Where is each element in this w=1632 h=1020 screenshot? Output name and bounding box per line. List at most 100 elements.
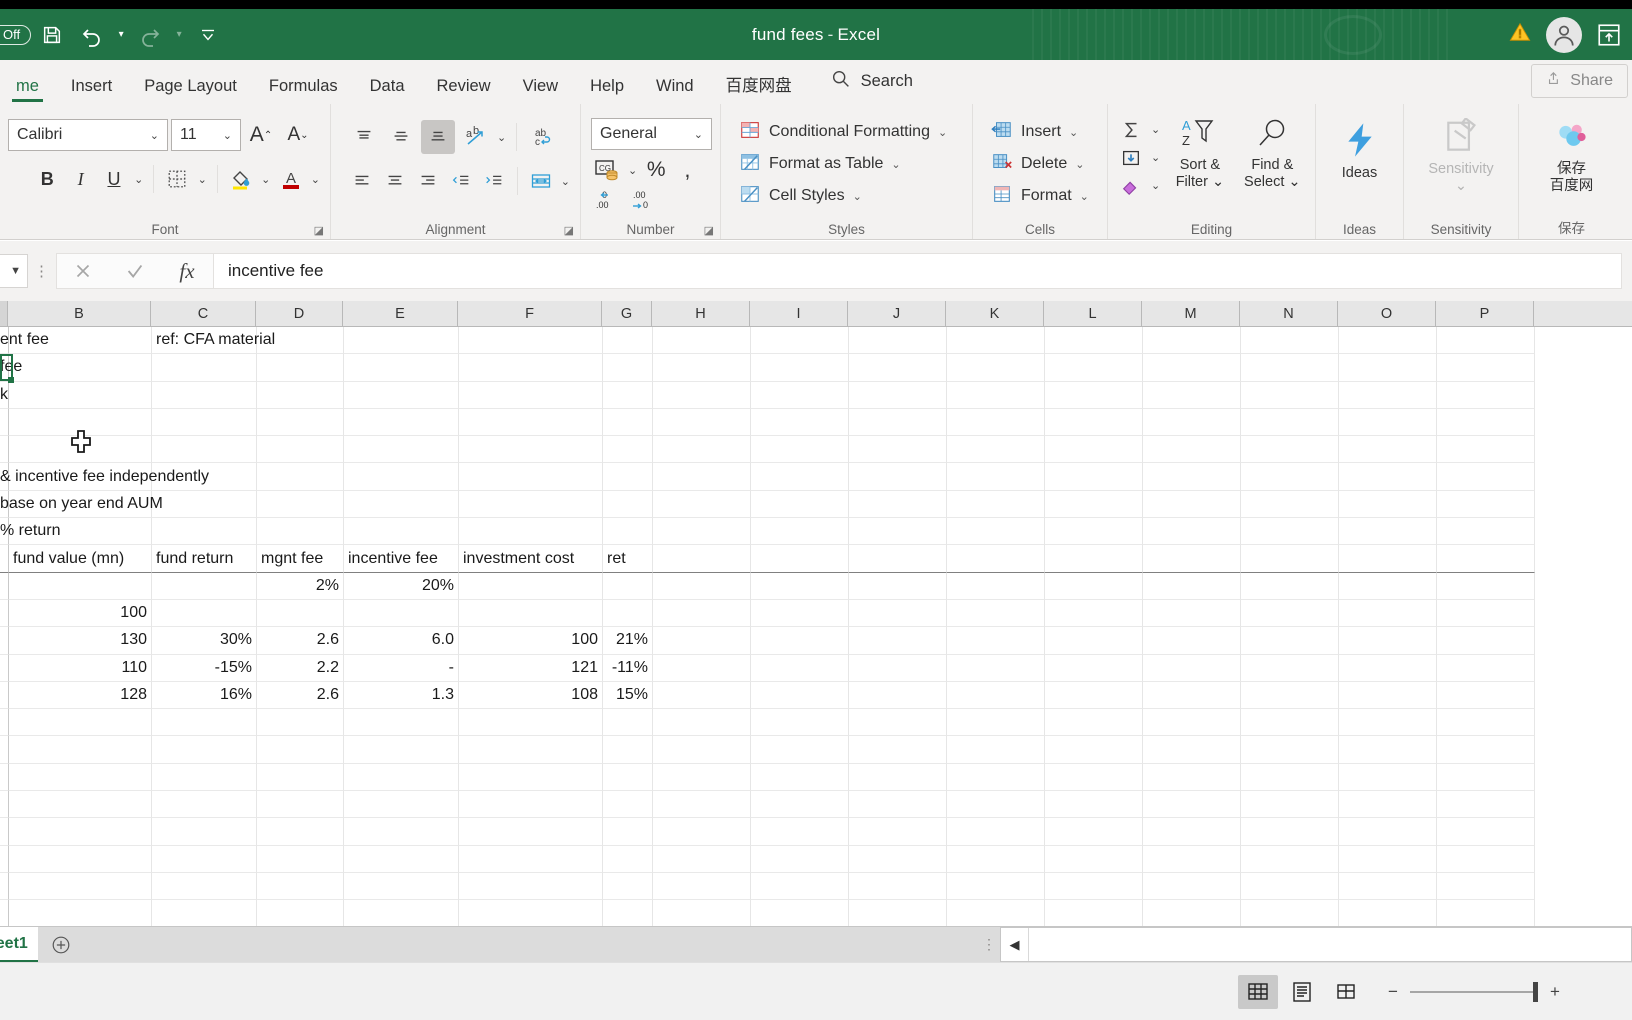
cell-N20[interactable] — [1241, 845, 1339, 873]
cell-M9[interactable] — [1143, 545, 1241, 573]
cell-N3[interactable] — [1241, 381, 1339, 409]
cell-O17[interactable] — [1339, 763, 1437, 792]
cell-C1[interactable]: ref: CFA material — [152, 327, 275, 355]
percent-style-button[interactable]: % — [642, 156, 670, 184]
cell-A6[interactable]: & incentive fee independently — [0, 468, 209, 486]
cell-E12[interactable]: 6.0 — [344, 627, 459, 655]
cell-O12[interactable] — [1339, 627, 1437, 655]
cell-B9[interactable]: fund value (mn) — [9, 545, 152, 573]
cell-D3[interactable] — [257, 381, 344, 409]
cell-G12[interactable]: 21% — [603, 627, 653, 655]
cell-K4[interactable] — [947, 408, 1045, 437]
cell-K19[interactable] — [947, 818, 1045, 846]
cell-I19[interactable] — [751, 818, 849, 846]
cell-P12[interactable] — [1437, 627, 1535, 655]
fill-chevron-down-icon[interactable]: ⌄ — [1149, 151, 1162, 164]
cell-K10[interactable] — [947, 572, 1045, 600]
cell-D11[interactable] — [257, 599, 344, 628]
cell-H8[interactable] — [653, 518, 751, 546]
sheet-bar-splitter-icon[interactable]: ⋮ — [978, 927, 1000, 962]
autosum-icon[interactable] — [1116, 116, 1146, 143]
cell-K13[interactable] — [947, 654, 1045, 682]
column-header-H[interactable]: H — [652, 301, 750, 326]
cell-H15[interactable] — [653, 709, 751, 737]
select-all-corner[interactable] — [0, 301, 8, 326]
cell-E13[interactable]: - — [344, 654, 459, 682]
cell-E22[interactable] — [344, 900, 459, 928]
cell-J19[interactable] — [849, 818, 947, 846]
cell-E7[interactable] — [344, 490, 459, 519]
cell-F4[interactable] — [459, 408, 603, 437]
cell-B3[interactable] — [9, 381, 152, 409]
cell-O3[interactable] — [1339, 381, 1437, 409]
cell-C3[interactable] — [152, 381, 257, 409]
cell-P15[interactable] — [1437, 709, 1535, 737]
underline-chevron-down-icon[interactable]: ⌄ — [132, 173, 145, 186]
cell-O22[interactable] — [1339, 900, 1437, 928]
cell-E14[interactable]: 1.3 — [344, 681, 459, 710]
accounting-chevron-down-icon[interactable]: ⌄ — [626, 164, 639, 177]
cell-C2[interactable] — [152, 354, 257, 382]
cell-P9[interactable] — [1437, 545, 1535, 573]
cell-E15[interactable] — [344, 709, 459, 737]
cell-K2[interactable] — [947, 354, 1045, 382]
cell-I4[interactable] — [751, 408, 849, 437]
cell-I22[interactable] — [751, 900, 849, 928]
cell-N18[interactable] — [1241, 791, 1339, 819]
column-header-K[interactable]: K — [946, 301, 1044, 326]
cell-P19[interactable] — [1437, 818, 1535, 846]
cell-A8[interactable]: % return — [0, 522, 60, 540]
cell-I7[interactable] — [751, 490, 849, 519]
cell-E18[interactable] — [344, 791, 459, 819]
cell-H17[interactable] — [653, 763, 751, 792]
cell-B17[interactable] — [9, 763, 152, 792]
cell-N6[interactable] — [1241, 463, 1339, 491]
cell-J13[interactable] — [849, 654, 947, 682]
cell-B19[interactable] — [9, 818, 152, 846]
column-header-C[interactable]: C — [151, 301, 256, 326]
cell-P4[interactable] — [1437, 408, 1535, 437]
cell-C10[interactable] — [152, 572, 257, 600]
column-header-P[interactable]: P — [1436, 301, 1534, 326]
cell-K8[interactable] — [947, 518, 1045, 546]
cell-F3[interactable] — [459, 381, 603, 409]
comma-style-button[interactable]: , — [673, 156, 697, 184]
cell-K18[interactable] — [947, 791, 1045, 819]
cell-N17[interactable] — [1241, 763, 1339, 792]
cell-F2[interactable] — [459, 354, 603, 382]
fill-color-chevron-down-icon[interactable]: ⌄ — [259, 173, 272, 186]
cell-M8[interactable] — [1143, 518, 1241, 546]
cell-N16[interactable] — [1241, 736, 1339, 764]
cell-A2[interactable]: fee — [0, 358, 22, 376]
warning-icon[interactable] — [1508, 21, 1532, 49]
italic-button[interactable]: I — [65, 162, 95, 196]
cell-B16[interactable] — [9, 736, 152, 764]
cell-P14[interactable] — [1437, 681, 1535, 710]
cell-O11[interactable] — [1339, 599, 1437, 628]
cell-L5[interactable] — [1045, 436, 1143, 464]
cell-J21[interactable] — [849, 872, 947, 901]
cell-C9[interactable]: fund return — [152, 545, 257, 573]
cell-E2[interactable] — [344, 354, 459, 382]
cell-D2[interactable] — [257, 354, 344, 382]
increase-indent-icon[interactable] — [479, 164, 509, 198]
cell-L15[interactable] — [1045, 709, 1143, 737]
cell-O14[interactable] — [1339, 681, 1437, 710]
cell-P13[interactable] — [1437, 654, 1535, 682]
cell-M19[interactable] — [1143, 818, 1241, 846]
cell-E8[interactable] — [344, 518, 459, 546]
cell-F1[interactable] — [459, 327, 603, 355]
cell-N1[interactable] — [1241, 327, 1339, 355]
alignment-dialog-launcher-icon[interactable]: ◪ — [564, 224, 574, 237]
column-header-I[interactable]: I — [750, 301, 848, 326]
cell-C4[interactable] — [152, 408, 257, 437]
cell-G21[interactable] — [603, 872, 653, 901]
cell-E3[interactable] — [344, 381, 459, 409]
formula-input[interactable]: incentive fee — [214, 253, 1622, 289]
cell-B18[interactable] — [9, 791, 152, 819]
cancel-icon[interactable] — [57, 254, 109, 288]
cell-J1[interactable] — [849, 327, 947, 355]
cell-O16[interactable] — [1339, 736, 1437, 764]
cell-O4[interactable] — [1339, 408, 1437, 437]
cell-H21[interactable] — [653, 872, 751, 901]
